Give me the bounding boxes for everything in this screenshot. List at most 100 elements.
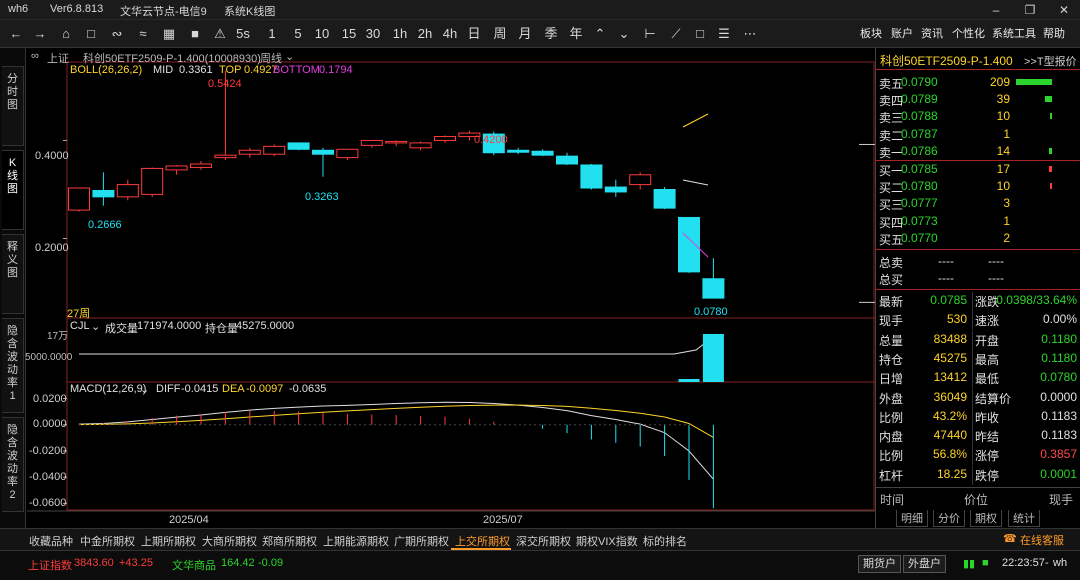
period-button[interactable]: 4h [440,25,460,43]
market-tab[interactable]: 上期所期权 [141,533,196,549]
market-tab[interactable]: 郑商所期权 [262,533,317,549]
alarm-icon[interactable]: ⚠ [210,25,230,43]
macd-label[interactable]: MACD(12,26,9) [70,383,146,395]
tick-chart-button[interactable]: 5s [233,25,253,43]
volume-indicator-label[interactable]: CJL [70,320,90,332]
menu-item[interactable]: 系统工具 [992,26,1036,42]
candle[interactable] [702,278,725,299]
candle[interactable] [434,136,456,141]
ask-row[interactable]: 卖一 0.0786 14 [876,143,1080,160]
candle[interactable] [116,184,139,198]
lock-icon[interactable]: ■ [185,25,205,43]
drawing-icon[interactable]: ∾ [107,25,127,43]
candle[interactable] [678,216,700,273]
candle[interactable] [580,164,603,189]
candle[interactable] [531,150,554,156]
menu-item[interactable]: 资讯 [921,26,943,42]
candle[interactable] [68,187,90,211]
period-button[interactable]: 10 [312,25,332,43]
candle[interactable] [312,149,334,155]
rectangle-icon[interactable]: □ [690,25,710,43]
candle[interactable] [214,154,237,159]
candle[interactable] [141,167,164,195]
candle[interactable] [238,149,261,155]
candle[interactable] [507,149,530,153]
index2-name[interactable]: 文华商品 [172,557,216,573]
candle[interactable] [190,163,212,168]
candle[interactable] [385,140,408,144]
link-icon[interactable]: ∞ [31,50,39,62]
period-button[interactable]: 1h [390,25,410,43]
tab-kline[interactable]: K线图 [2,150,24,230]
indicator-icon[interactable]: ≈ [133,25,153,43]
watchlist-icon[interactable]: □ [81,25,101,43]
tab-iv1[interactable]: 隐含波动率1 [2,318,24,413]
bid-row[interactable]: 买五 0.0770 2 [876,230,1080,247]
more-icon[interactable]: ⋯ [740,25,760,43]
chevron-down-icon[interactable]: ⌄ [91,320,100,333]
market-tab[interactable]: 期权VIX指数 [576,533,638,549]
candle[interactable] [556,155,578,165]
period-button[interactable]: 月 [515,25,535,43]
candle[interactable] [360,139,383,146]
chevron-down-icon[interactable]: ⌄ [140,383,149,396]
chart-canvas[interactable] [27,48,875,518]
tab-timeshare[interactable]: 分时图 [2,66,24,146]
zoom-in-icon[interactable]: ⌃ [590,25,610,43]
forward-arrow-icon[interactable]: → [30,25,50,43]
market-tab[interactable]: 上交所期权 [455,533,510,549]
candle[interactable] [604,186,627,193]
server-node[interactable]: 文华云节点-电信9 [120,3,207,19]
menu-item[interactable]: 帮助 [1043,26,1065,42]
close-icon[interactable]: ✕ [1054,2,1074,18]
ask-row[interactable]: 卖四 0.0789 39 [876,91,1080,108]
market-tab[interactable]: 上期能源期权 [323,533,389,549]
candle[interactable] [409,142,432,149]
period-button[interactable]: 周 [490,25,510,43]
settings-slider-icon[interactable]: ☰ [714,25,734,43]
bid-row[interactable]: 买四 0.0773 1 [876,213,1080,230]
period-button[interactable]: 5 [288,25,308,43]
period-button[interactable]: 年 [566,25,586,43]
line-draw-icon[interactable]: ⟋ [666,25,686,43]
menu-item[interactable]: 账户 [891,26,913,42]
market-tab[interactable]: 大商所期权 [202,533,257,549]
chevron-down-icon[interactable]: ⌄ [285,50,294,63]
candle[interactable] [653,189,676,209]
grid-icon[interactable]: ▦ [159,25,179,43]
kline-chart-area[interactable]: ∞ 上证 科创50ETF2509-P-1.400(10008930) 周线 ⌄ … [25,48,875,526]
market-tab[interactable]: 中金所期权 [80,533,135,549]
online-service-link[interactable]: 在线客服 [1020,532,1064,548]
zoom-out-icon[interactable]: ⌄ [614,25,634,43]
ask-row[interactable]: 卖二 0.0787 1 [876,126,1080,143]
detail-tab[interactable]: 分价 [933,510,965,527]
crosshair-icon[interactable]: ⊢ [640,25,660,43]
candle[interactable] [92,189,115,198]
detail-tab[interactable]: 期权 [970,510,1002,527]
ask-row[interactable]: 卖五 0.0790 209 [876,74,1080,91]
candle[interactable] [263,145,286,155]
market-tab[interactable]: 标的排名 [643,533,687,549]
bid-row[interactable]: 买三 0.0777 3 [876,195,1080,212]
back-arrow-icon[interactable]: ← [6,25,26,43]
index1-name[interactable]: 上证指数 [28,557,72,573]
period-button[interactable]: 15 [339,25,359,43]
foreign-account-button[interactable]: 外盘户 [903,555,946,573]
period-button[interactable]: 30 [363,25,383,43]
menu-item[interactable]: 板块 [860,26,882,42]
maximize-icon[interactable]: ❐ [1020,2,1040,18]
period-button[interactable]: 日 [464,25,484,43]
t-quote-link[interactable]: >>T型报价 [1024,53,1077,69]
headset-icon[interactable]: ☎ [1003,532,1017,545]
boll-label[interactable]: BOLL(26,26,2) [70,64,142,76]
minimize-icon[interactable]: – [986,2,1006,18]
candle[interactable] [629,174,652,186]
market-tab[interactable]: 广期所期权 [394,533,449,549]
bid-row[interactable]: 买一 0.0785 17 [876,161,1080,178]
futures-account-button[interactable]: 期货户 [858,555,901,573]
home-icon[interactable]: ⌂ [56,25,76,43]
candle[interactable] [165,165,188,171]
period-button[interactable]: 季 [541,25,561,43]
period-button[interactable]: 2h [415,25,435,43]
candle[interactable] [287,142,310,150]
